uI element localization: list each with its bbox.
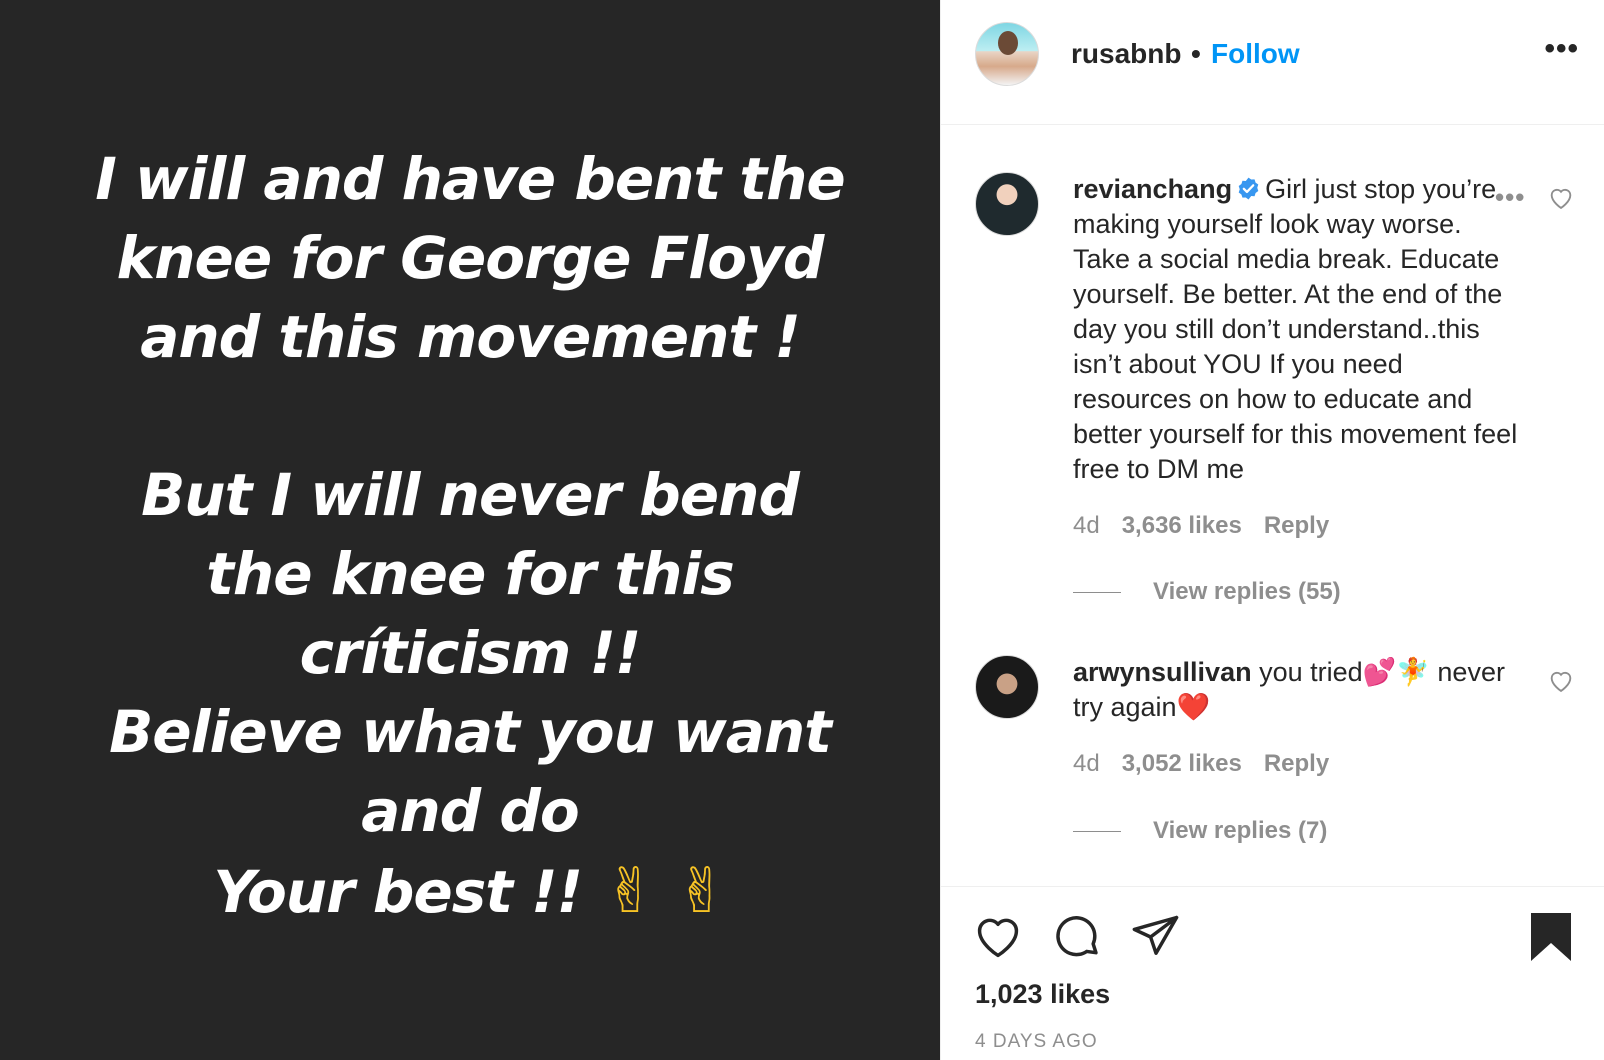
post-likes-count[interactable]: 1,023 likes: [975, 979, 1110, 1010]
instagram-post-view: I will and have bent the knee for George…: [0, 0, 1604, 1060]
comment-text: Girl just stop you’re making yourself lo…: [1073, 174, 1525, 484]
fairy-emoji: 🧚: [1396, 657, 1430, 687]
save-bookmark-icon[interactable]: [1527, 911, 1575, 963]
story-line: and do: [361, 777, 580, 845]
more-options-icon[interactable]: •••: [1544, 32, 1579, 66]
owner-username[interactable]: rusabnb: [1071, 38, 1181, 70]
story-line: But I will never bend: [141, 461, 800, 529]
story-line: and this movement !: [140, 303, 801, 371]
comment-meta: 4d 3,052 likes Reply: [1073, 750, 1351, 778]
share-paper-plane-icon[interactable]: [1130, 911, 1182, 963]
comment-bubble-icon[interactable]: [1051, 911, 1103, 963]
replies-divider: [1073, 831, 1121, 833]
verified-badge-icon: [1238, 177, 1259, 200]
post-timestamp[interactable]: 4 DAYS AGO: [975, 1031, 1098, 1053]
action-bar: 1,023 likes 4 DAYS AGO: [941, 886, 1604, 1060]
view-replies-button[interactable]: View replies (55): [1073, 578, 1341, 606]
story-line: I will and have bent the: [95, 145, 846, 213]
comment-likes[interactable]: 3,052 likes: [1122, 750, 1242, 777]
story-line: Believe what you want: [109, 698, 832, 766]
owner-avatar[interactable]: [975, 22, 1039, 86]
comment-body: revianchang Girl just stop you’re making …: [1073, 172, 1523, 487]
comment-body: arwynsullivan you tried💕🧚 never try agai…: [1073, 655, 1513, 725]
reply-button[interactable]: Reply: [1264, 512, 1329, 539]
reply-button[interactable]: Reply: [1264, 750, 1329, 777]
story-line-last: Your best !! ✌ ✌: [0, 851, 940, 932]
story-line: the knee for this: [206, 540, 735, 608]
comment-text: you tried: [1259, 657, 1363, 687]
comment-username[interactable]: revianchang: [1073, 174, 1232, 204]
comment-like-heart-icon[interactable]: [1547, 667, 1575, 695]
comment-meta: 4d 3,636 likes Reply: [1073, 512, 1351, 540]
like-heart-icon[interactable]: [972, 911, 1024, 963]
view-replies-button[interactable]: View replies (7): [1073, 817, 1327, 845]
post-image[interactable]: I will and have bent the knee for George…: [0, 0, 940, 1060]
story-line: knee for George Floyd: [116, 224, 825, 292]
separator-dot: •: [1191, 38, 1201, 69]
comment-likes[interactable]: 3,636 likes: [1122, 512, 1242, 539]
follow-button[interactable]: Follow: [1211, 38, 1300, 70]
story-text: I will and have bent the knee for George…: [0, 140, 940, 932]
view-replies-label: View replies (7): [1153, 817, 1328, 844]
story-line: críticism !!: [299, 619, 642, 687]
view-replies-label: View replies (55): [1153, 578, 1341, 605]
post-side-panel: rusabnb • Follow ••• revianchang Girl jus…: [940, 0, 1604, 1060]
red-heart-emoji: ❤️: [1176, 692, 1211, 722]
story-gap: [0, 377, 940, 456]
replies-divider: [1073, 592, 1121, 594]
commenter-avatar[interactable]: [975, 655, 1039, 719]
comment-like-heart-icon[interactable]: [1547, 184, 1575, 212]
comment-username[interactable]: arwynsullivan: [1073, 657, 1252, 687]
two-hearts-emoji: 💕: [1362, 657, 1397, 687]
comment-age[interactable]: 4d: [1073, 750, 1100, 777]
commenter-avatar[interactable]: [975, 172, 1039, 236]
victory-hand-emoji: ✌ ✌: [604, 854, 727, 927]
comment-age[interactable]: 4d: [1073, 512, 1100, 539]
post-header: rusabnb • Follow •••: [941, 0, 1604, 125]
comment-options-icon[interactable]: •••: [1495, 182, 1525, 213]
comments-list[interactable]: revianchang Girl just stop you’re making …: [941, 125, 1604, 885]
story-line: Your best !!: [213, 858, 583, 926]
